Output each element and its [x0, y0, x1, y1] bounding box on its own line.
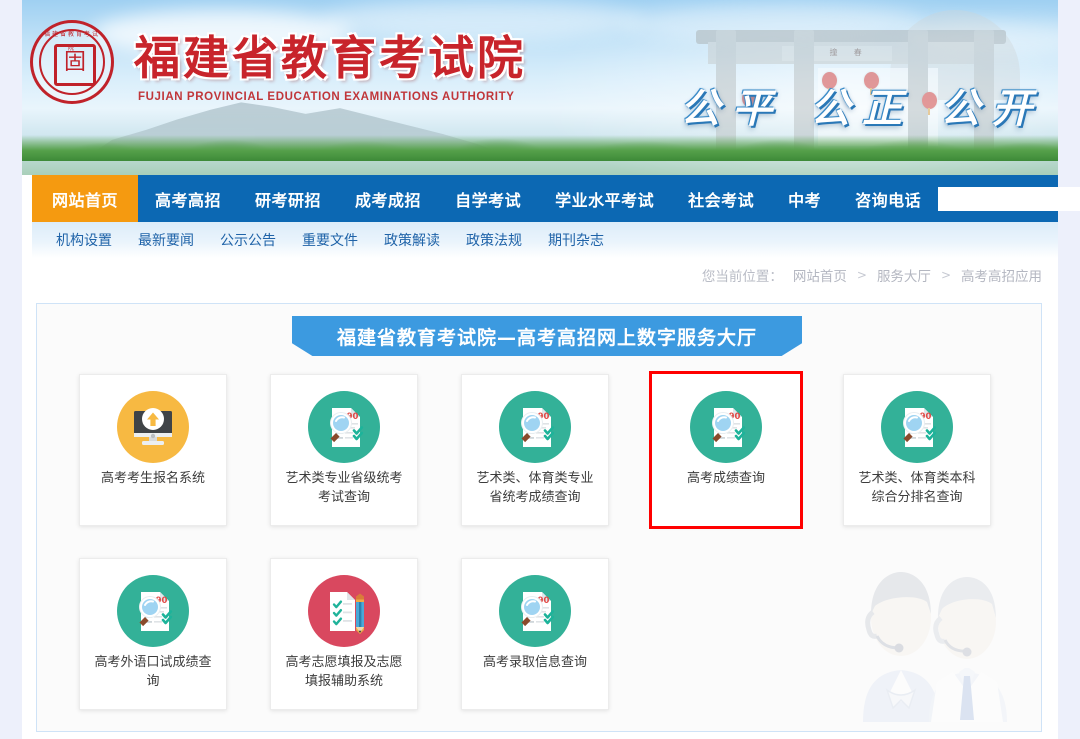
- nav-item-shehui[interactable]: 社会考试: [671, 175, 771, 222]
- nav-item-home[interactable]: 网站首页: [32, 175, 139, 222]
- breadcrumb-separator: >: [940, 268, 951, 282]
- card-art-provincial-exam-query[interactable]: 90 艺术类专业省级统考考试查询: [270, 374, 418, 526]
- content-shell: 防 撞 春 福建省教育考试院 福建省教育考试院 FUJIAN PROVI: [22, 0, 1080, 739]
- foliage-base-decoration: [22, 135, 1058, 161]
- card-gaokao-registration-system[interactable]: 高考考生报名系统: [79, 374, 227, 526]
- card-label: 高考成绩查询: [686, 471, 765, 486]
- card-label: 高考志愿填报及志愿填报辅助系统: [285, 655, 403, 689]
- panel-ribbon-title: 福建省教育考试院—高考高招网上数字服务大厅: [292, 316, 802, 356]
- service-cards-row: 90 高考外语口试成绩查询 高考志愿填报及志愿填报辅助系统 90 高考录取信息查…: [37, 558, 1043, 710]
- monitor-upload-icon: [117, 391, 189, 463]
- breadcrumb-item-service-hall[interactable]: 服务大厅: [877, 265, 931, 285]
- nav-item-zixue[interactable]: 自学考试: [438, 175, 538, 222]
- document-search-icon: 90: [117, 575, 189, 647]
- card-admission-info-query[interactable]: 90 高考录取信息查询: [461, 558, 609, 710]
- site-title-en: FUJIAN PROVINCIAL EDUCATION EXAMINATIONS…: [138, 91, 515, 103]
- seal-arc-text: 福建省教育考试院: [43, 32, 100, 52]
- card-art-sports-undergrad-rank-query[interactable]: 90 艺术类、体育类本科综合分排名查询: [843, 374, 991, 526]
- document-search-icon: 90: [308, 391, 380, 463]
- document-search-icon: 90: [499, 391, 571, 463]
- service-cards-grid: 高考考生报名系统 90 艺术类专业省级统考考试查询 90 艺术类、体育类专业省统…: [37, 371, 1043, 710]
- card-volunteer-application-system[interactable]: 高考志愿填报及志愿填报辅助系统: [270, 558, 418, 710]
- subnav-item-news[interactable]: 最新要闻: [138, 230, 194, 250]
- document-search-icon: 90: [881, 391, 953, 463]
- secondary-navigation: 机构设置 最新要闻 公示公告 重要文件 政策解读 政策法规 期刊杂志: [32, 222, 1058, 258]
- seal-center-glyph: [54, 44, 96, 86]
- card-label: 高考录取信息查询: [482, 655, 587, 670]
- card-gaokao-score-query[interactable]: 90 高考成绩查询: [649, 371, 803, 529]
- card-foreign-language-oral-score-query[interactable]: 90 高考外语口试成绩查询: [79, 558, 227, 710]
- subnav-item-journals[interactable]: 期刊杂志: [548, 230, 604, 250]
- card-label: 艺术类专业省级统考考试查询: [285, 471, 403, 505]
- card-art-sports-provincial-score-query[interactable]: 90 艺术类、体育类专业省统考成绩查询: [461, 374, 609, 526]
- breadcrumb-item-current: 高考高招应用: [961, 269, 1042, 285]
- card-label: 高考外语口试成绩查询: [94, 655, 212, 689]
- nav-item-xueye[interactable]: 学业水平考试: [538, 175, 671, 222]
- service-hall-panel: 福建省教育考试院—高考高招网上数字服务大厅 高考考生报名系统 90 艺术类专业省…: [36, 303, 1042, 732]
- nav-item-zixun[interactable]: 咨询电话: [838, 175, 938, 222]
- nav-search-area: [938, 175, 1080, 222]
- subnav-item-jigou[interactable]: 机构设置: [56, 230, 112, 250]
- site-title-cn: 福建省教育考试院: [134, 31, 526, 85]
- document-search-icon: 90: [499, 575, 571, 647]
- subnav-item-policy-reading[interactable]: 政策解读: [384, 230, 440, 250]
- agency-seal-logo: 福建省教育考试院: [30, 20, 114, 104]
- subnav-item-notice[interactable]: 公示公告: [220, 230, 276, 250]
- subnav-item-documents[interactable]: 重要文件: [302, 230, 358, 250]
- breadcrumb-item-home[interactable]: 网站首页: [793, 265, 847, 285]
- site-banner: 防 撞 春 福建省教育考试院 福建省教育考试院 FUJIAN PROVI: [22, 0, 1058, 175]
- breadcrumb-prefix: 您当前位置：: [701, 269, 783, 285]
- main-navigation: 网站首页 高考高招 研考研招 成考成招 自学考试 学业水平考试 社会考试 中考 …: [32, 175, 1080, 222]
- card-label: 高考考生报名系统: [100, 471, 205, 486]
- breadcrumb: 您当前位置： 网站首页 > 服务大厅 > 高考高招应用: [702, 265, 1042, 285]
- card-label: 艺术类、体育类专业省统考成绩查询: [476, 471, 594, 505]
- subnav-item-policy-law[interactable]: 政策法规: [466, 230, 522, 250]
- nav-item-gaokao[interactable]: 高考高招: [138, 175, 238, 222]
- nav-item-chengkao[interactable]: 成考成招: [338, 175, 438, 222]
- service-cards-row: 高考考生报名系统 90 艺术类专业省级统考考试查询 90 艺术类、体育类专业省统…: [37, 371, 1043, 529]
- search-input[interactable]: [938, 186, 1080, 211]
- site-slogan: 公平 公正 公开: [680, 85, 1044, 132]
- page-root: 防 撞 春 福建省教育考试院 福建省教育考试院 FUJIAN PROVI: [0, 0, 1080, 739]
- nav-item-yankao[interactable]: 研考研招: [238, 175, 338, 222]
- document-search-icon: 90: [690, 391, 762, 463]
- card-label: 艺术类、体育类本科综合分排名查询: [858, 471, 976, 505]
- nav-item-zhongkao[interactable]: 中考: [771, 175, 838, 222]
- form-pencil-icon: [308, 575, 380, 647]
- breadcrumb-separator: >: [856, 268, 867, 282]
